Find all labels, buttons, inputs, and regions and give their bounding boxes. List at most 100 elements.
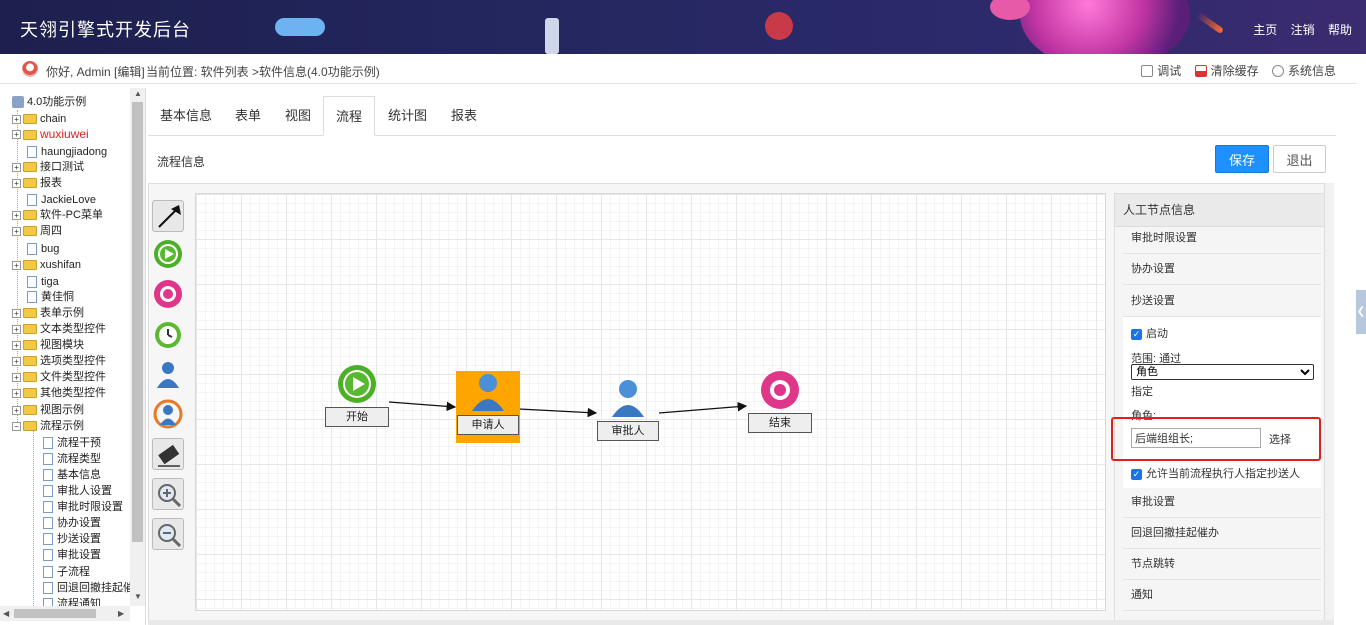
tree-child[interactable]: 审批设置 (43, 547, 101, 563)
connector-start-applicant[interactable] (388, 401, 457, 412)
enable-checkbox-row[interactable]: ✓ 启动 (1131, 325, 1168, 341)
expand-icon[interactable]: + (12, 178, 21, 188)
save-button[interactable]: 保存 (1215, 145, 1269, 173)
expand-icon[interactable]: + (12, 130, 21, 140)
tree-item[interactable]: + 接口测试 (12, 159, 84, 175)
tree-item[interactable]: + 软件-PC菜单 (12, 207, 103, 223)
flow-node-start[interactable]: 开始 (324, 364, 390, 430)
tab-view[interactable]: 视图 (273, 96, 323, 136)
expand-icon[interactable]: + (12, 405, 21, 415)
flow-node-applicant[interactable]: 申请人 (456, 371, 520, 443)
tree-child[interactable]: 审批时限设置 (43, 499, 123, 515)
panel-row-cc[interactable]: 抄送设置 (1123, 286, 1321, 317)
tree-item[interactable]: + 视图示例 (12, 402, 84, 418)
tree-child[interactable]: 子流程 (43, 564, 90, 580)
tree-item[interactable]: + chain (12, 111, 66, 127)
tree-vertical-scrollbar[interactable]: ▲ ▼ (130, 88, 145, 606)
tab-report[interactable]: 报表 (439, 96, 489, 136)
panel-scrollbar[interactable] (1324, 183, 1334, 621)
collapse-tab[interactable]: ❮ (1356, 290, 1366, 334)
checkbox-checked-icon[interactable]: ✓ (1131, 328, 1142, 340)
expand-icon[interactable]: + (12, 340, 21, 350)
eraser-tool[interactable] (152, 438, 184, 470)
scroll-up-icon[interactable]: ▲ (134, 89, 142, 98)
scroll-right-icon[interactable]: ▶ (118, 609, 124, 618)
edit-profile-link[interactable]: [编辑] (114, 65, 145, 79)
panel-row-assist[interactable]: 协办设置 (1123, 254, 1321, 285)
scroll-down-icon[interactable]: ▼ (134, 592, 142, 601)
home-link[interactable]: 主页 (1253, 23, 1277, 37)
start-node-tool[interactable] (152, 238, 184, 270)
flow-node-approver[interactable]: 审批人 (596, 377, 660, 443)
tab-chart[interactable]: 统计图 (376, 96, 439, 136)
tree-child[interactable]: 流程类型 (43, 451, 101, 467)
tree-horizontal-scrollbar[interactable]: ◀ ▶ (0, 606, 130, 621)
tree-child[interactable]: 协办设置 (43, 515, 101, 531)
tree-item[interactable]: JackieLove (27, 192, 96, 208)
end-node-tool[interactable] (152, 278, 184, 310)
panel-row-node-jump[interactable]: 节点跳转 (1123, 549, 1321, 580)
tree-item[interactable]: + wuxiuwei (12, 126, 89, 142)
tree-item[interactable]: haungjiadong (27, 144, 107, 160)
expand-icon[interactable]: + (12, 210, 21, 220)
panel-row-approval-time-limit[interactable]: 审批时限设置 (1123, 223, 1321, 254)
expand-icon[interactable]: + (12, 324, 21, 334)
tree-child[interactable]: 流程干预 (43, 435, 101, 451)
tree-item-expanded[interactable]: − 流程示例 (12, 418, 84, 434)
collapse-icon[interactable]: − (12, 421, 21, 431)
tab-basic-info[interactable]: 基本信息 (148, 96, 224, 136)
exit-button[interactable]: 退出 (1273, 145, 1326, 173)
tree-root[interactable]: 4.0功能示例 (12, 94, 86, 110)
tree-item[interactable]: + 报表 (12, 175, 62, 191)
expand-icon[interactable]: + (12, 260, 21, 270)
tree-item[interactable]: + 表单示例 (12, 305, 84, 321)
auto-node-tool[interactable] (152, 398, 184, 430)
scroll-left-icon[interactable]: ◀ (3, 609, 9, 618)
checkbox-checked-icon[interactable]: ✓ (1131, 468, 1142, 480)
panel-row-notify[interactable]: 通知 (1123, 580, 1321, 611)
panel-row-rollback[interactable]: 回退回撤挂起催办 (1123, 518, 1321, 549)
tree-item[interactable]: tiga (27, 274, 59, 290)
tree-item[interactable]: + 文件类型控件 (12, 369, 106, 385)
flow-canvas[interactable]: 开始 申请人 审批人 结束 (195, 193, 1106, 611)
connector-applicant-approver[interactable] (518, 407, 598, 418)
clear-cache-link[interactable]: 清除缓存 (1194, 62, 1259, 79)
zoom-out-tool[interactable] (152, 518, 184, 550)
logout-link[interactable]: 注销 (1291, 23, 1315, 37)
tree-child[interactable]: 审批人设置 (43, 483, 112, 499)
scroll-thumb[interactable] (132, 102, 143, 542)
timer-node-tool[interactable] (152, 318, 184, 350)
tree-item[interactable]: + 视图模块 (12, 337, 84, 353)
tree-child[interactable]: 抄送设置 (43, 531, 101, 547)
expand-icon[interactable]: + (12, 388, 21, 398)
arrow-tool[interactable] (152, 200, 184, 232)
bottom-scrollbar[interactable] (148, 620, 1334, 625)
system-info-link[interactable]: 系统信息 (1271, 62, 1336, 79)
tab-form[interactable]: 表单 (223, 96, 273, 136)
debug-link[interactable]: 调试 (1141, 62, 1181, 79)
expand-icon[interactable]: + (12, 162, 21, 172)
connector-approver-end[interactable] (658, 401, 748, 414)
tree-item[interactable]: + 选项类型控件 (12, 353, 106, 369)
tab-flow[interactable]: 流程 (323, 96, 376, 136)
tree-item[interactable]: + xushifan (12, 257, 81, 273)
flow-node-end[interactable]: 结束 (747, 370, 813, 436)
expand-icon[interactable]: + (12, 356, 21, 366)
tree-item[interactable]: + 其他类型控件 (12, 385, 106, 401)
expand-icon[interactable]: + (12, 114, 21, 124)
scroll-thumb[interactable] (14, 609, 96, 618)
tree-item[interactable]: + 文本类型控件 (12, 321, 106, 337)
help-link[interactable]: 帮助 (1328, 23, 1352, 37)
tree-child[interactable]: 流程通知 (43, 596, 101, 606)
panel-row-approval[interactable]: 审批设置 (1123, 487, 1321, 518)
human-node-tool[interactable] (152, 358, 184, 390)
tree-item[interactable]: bug (27, 241, 59, 257)
tree-item[interactable]: 黄佳恫 (27, 289, 74, 305)
expand-icon[interactable]: + (12, 308, 21, 318)
expand-icon[interactable]: + (12, 226, 21, 236)
tree-child[interactable]: 回退回撤挂起催办 (43, 580, 130, 596)
allow-cc-checkbox-row[interactable]: ✓ 允许当前流程执行人指定抄送人 (1131, 465, 1300, 481)
expand-icon[interactable]: + (12, 372, 21, 382)
zoom-in-tool[interactable] (152, 478, 184, 510)
tree-child[interactable]: 基本信息 (43, 467, 101, 483)
